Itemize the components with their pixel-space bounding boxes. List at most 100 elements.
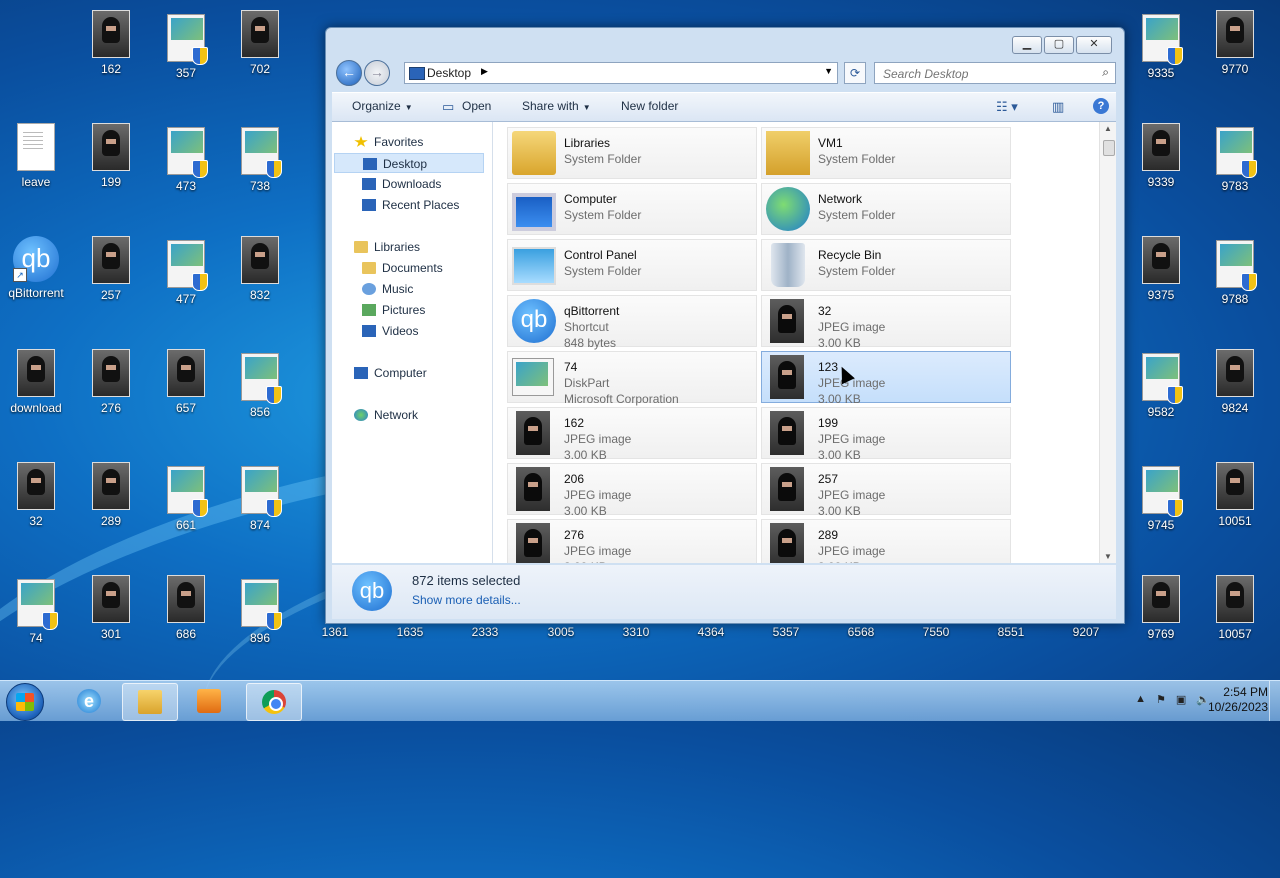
desktop-icon-item[interactable]: 9770 <box>1200 4 1270 84</box>
file-item[interactable]: VM1 System Folder <box>761 127 1011 179</box>
vertical-scrollbar[interactable]: ▲ ▼ <box>1099 122 1116 563</box>
desktop-icon-item[interactable]: 856 <box>225 343 295 423</box>
file-item[interactable]: Control Panel System Folder <box>507 239 757 291</box>
desktop-icon-item[interactable]: qb ↗ qBittorrent <box>1 230 71 310</box>
desktop-icon-item[interactable]: 10051 <box>1200 456 1270 536</box>
nav-computer[interactable]: Computer <box>354 363 427 383</box>
desktop-icon-item[interactable]: leave <box>1 117 71 197</box>
scroll-down-icon[interactable]: ▼ <box>1104 552 1112 561</box>
desktop-icon-item[interactable]: 657 <box>151 343 221 423</box>
desktop-icon-item[interactable]: 9339 <box>1126 117 1196 197</box>
nav-desktop[interactable]: Desktop <box>334 153 484 173</box>
desktop-icon-item[interactable]: 738 <box>225 117 295 197</box>
desktop-icon-item[interactable]: 9783 <box>1200 117 1270 197</box>
file-item[interactable]: 123 JPEG image 3.00 KB <box>761 351 1011 406</box>
desktop-icon-item[interactable]: 9769 <box>1126 569 1196 649</box>
desktop-icon-item[interactable]: 661 <box>151 456 221 536</box>
desktop-icon-item[interactable]: 702 <box>225 4 295 84</box>
desktop-icon-item[interactable]: 289 <box>76 456 146 536</box>
file-item[interactable]: Computer System Folder <box>507 183 757 235</box>
desktop-icon-item[interactable]: 74 <box>1 569 71 649</box>
desktop-icon-label: 9339 <box>1147 175 1175 189</box>
open-button[interactable]: Open <box>462 99 491 113</box>
file-item[interactable]: 199 JPEG image 3.00 KB <box>761 407 1011 462</box>
desktop-icon-item[interactable]: download <box>1 343 71 423</box>
desktop-icon-item[interactable]: 9375 <box>1126 230 1196 310</box>
desktop-icon-item[interactable]: 10057 <box>1200 569 1270 649</box>
file-item[interactable]: 162 JPEG image 3.00 KB <box>507 407 757 462</box>
desktop-icon-label: 257 <box>100 288 122 302</box>
close-button[interactable]: ✕ <box>1076 36 1112 54</box>
taskbar-chrome[interactable] <box>246 683 302 721</box>
taskbar-explorer[interactable] <box>122 683 178 721</box>
search-icon[interactable]: ⌕ <box>1102 65 1109 80</box>
preview-pane-icon[interactable]: ▥ <box>1052 99 1064 115</box>
scrollbar-thumb[interactable] <box>1103 140 1115 156</box>
show-desktop-button[interactable] <box>1269 681 1280 721</box>
file-item[interactable]: 206 JPEG image 3.00 KB <box>507 463 757 518</box>
start-button[interactable] <box>6 683 44 721</box>
refresh-button[interactable]: ⟳ <box>844 62 866 84</box>
file-name: 257 <box>818 472 839 486</box>
taskbar-media-player[interactable] <box>182 683 236 719</box>
desktop-icon-item[interactable]: 473 <box>151 117 221 197</box>
desktop-icon-item[interactable]: 9335 <box>1126 4 1196 84</box>
nav-network[interactable]: Network <box>354 405 418 425</box>
nav-libraries[interactable]: Libraries <box>354 237 420 257</box>
scroll-up-icon[interactable]: ▲ <box>1104 124 1112 133</box>
new-folder-button[interactable]: New folder <box>621 99 678 113</box>
nav-documents[interactable]: Documents <box>362 258 443 278</box>
file-item[interactable]: 276 JPEG image 3.00 KB <box>507 519 757 563</box>
nav-downloads[interactable]: Downloads <box>362 174 441 194</box>
action-center-icon[interactable]: ⚑ <box>1156 693 1166 706</box>
chevron-down-icon[interactable]: ▼ <box>824 66 833 76</box>
desktop-icon-item[interactable]: 874 <box>225 456 295 536</box>
file-item[interactable]: Libraries System Folder <box>507 127 757 179</box>
desktop-icon-item[interactable]: 896 <box>225 569 295 649</box>
desktop-icon-item[interactable]: 32 <box>1 456 71 536</box>
taskbar-ie[interactable]: e <box>62 683 116 719</box>
desktop-icon-item[interactable]: 686 <box>151 569 221 649</box>
desktop-icon-item[interactable]: 357 <box>151 4 221 84</box>
network-tray-icon[interactable]: ▣ <box>1176 693 1186 706</box>
show-more-details-link[interactable]: Show more details... <box>412 593 521 607</box>
show-hidden-icons-icon[interactable]: ▲ <box>1135 693 1146 706</box>
chevron-right-icon[interactable]: ▶ <box>481 66 488 77</box>
desktop-icon-item[interactable]: 162 <box>76 4 146 84</box>
maximize-button[interactable]: ▢ <box>1044 36 1074 54</box>
desktop-icon-label: 473 <box>175 179 197 193</box>
desktop-icon-item[interactable]: 257 <box>76 230 146 310</box>
address-bar[interactable]: Desktop ▶ ▼ <box>404 62 838 84</box>
help-icon[interactable]: ? <box>1093 98 1109 114</box>
desktop-icon-item[interactable]: 301 <box>76 569 146 649</box>
minimize-button[interactable]: ▁ <box>1012 36 1042 54</box>
search-input[interactable] <box>881 66 1085 82</box>
share-with-menu[interactable]: Share with ▼ <box>522 99 591 113</box>
desktop-icon-item[interactable]: 276 <box>76 343 146 423</box>
file-item[interactable]: 74 DiskPart Microsoft Corporation <box>507 351 757 406</box>
file-item[interactable]: Recycle Bin System Folder <box>761 239 1011 291</box>
search-box[interactable]: ⌕ <box>874 62 1116 84</box>
nav-favorites[interactable]: Favorites <box>354 132 423 152</box>
file-item[interactable]: 32 JPEG image 3.00 KB <box>761 295 1011 350</box>
clock[interactable]: 2:54 PM 10/26/2023 <box>1208 685 1268 715</box>
nav-recent-places[interactable]: Recent Places <box>362 195 459 215</box>
desktop-icon-item[interactable]: 832 <box>225 230 295 310</box>
view-options-icon[interactable]: ☷ ▾ <box>996 99 1018 115</box>
file-item[interactable]: qb qBittorrent Shortcut 848 bytes <box>507 295 757 350</box>
nav-videos[interactable]: Videos <box>362 321 418 341</box>
desktop-icon-item[interactable]: 9745 <box>1126 456 1196 536</box>
forward-button[interactable]: → <box>364 60 390 86</box>
desktop-icon-item[interactable]: 199 <box>76 117 146 197</box>
desktop-icon-item[interactable]: 9582 <box>1126 343 1196 423</box>
desktop-icon-item[interactable]: 9824 <box>1200 343 1270 423</box>
file-item[interactable]: 289 JPEG image 3.00 KB <box>761 519 1011 563</box>
file-item[interactable]: 257 JPEG image 3.00 KB <box>761 463 1011 518</box>
file-item[interactable]: Network System Folder <box>761 183 1011 235</box>
back-button[interactable]: ← <box>336 60 362 86</box>
nav-pictures[interactable]: Pictures <box>362 300 425 320</box>
organize-menu[interactable]: Organize ▼ <box>352 99 413 113</box>
nav-music[interactable]: Music <box>362 279 413 299</box>
desktop-icon-item[interactable]: 9788 <box>1200 230 1270 310</box>
desktop-icon-item[interactable]: 477 <box>151 230 221 310</box>
